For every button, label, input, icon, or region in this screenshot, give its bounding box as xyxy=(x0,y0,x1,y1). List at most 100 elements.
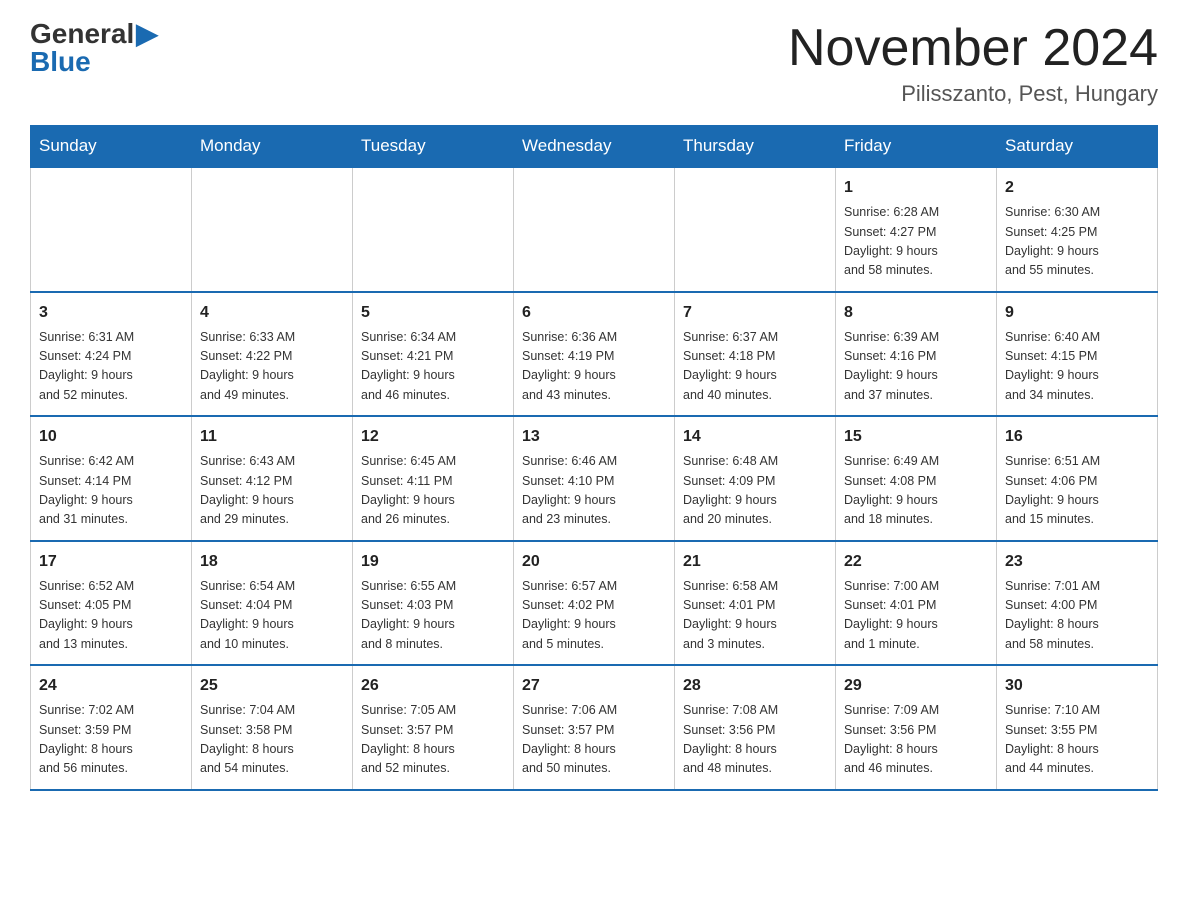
calendar-cell: 6 Sunrise: 6:36 AM Sunset: 4:19 PM Daylig… xyxy=(514,292,675,417)
calendar-cell: 12Sunrise: 6:45 AM Sunset: 4:11 PM Dayli… xyxy=(353,416,514,541)
day-number: 29 xyxy=(844,674,988,698)
day-number: 11 xyxy=(200,425,344,449)
day-info: Sunrise: 6:52 AM Sunset: 4:05 PM Dayligh… xyxy=(39,577,183,655)
day-number: 3 xyxy=(39,301,183,325)
weekday-header-row: SundayMondayTuesdayWednesdayThursdayFrid… xyxy=(31,126,1158,168)
day-number: 16 xyxy=(1005,425,1149,449)
calendar-cell xyxy=(675,167,836,292)
day-info: Sunrise: 6:39 AM Sunset: 4:16 PM Dayligh… xyxy=(844,328,988,406)
day-number: 10 xyxy=(39,425,183,449)
day-number: 27 xyxy=(522,674,666,698)
day-number: 25 xyxy=(200,674,344,698)
day-number: 22 xyxy=(844,550,988,574)
calendar-week-row: 3 Sunrise: 6:31 AM Sunset: 4:24 PM Daylig… xyxy=(31,292,1158,417)
weekday-header-monday: Monday xyxy=(192,126,353,168)
calendar-cell: 8 Sunrise: 6:39 AM Sunset: 4:16 PM Daylig… xyxy=(836,292,997,417)
day-info: Sunrise: 6:37 AM Sunset: 4:18 PM Dayligh… xyxy=(683,328,827,406)
day-info: Sunrise: 7:09 AM Sunset: 3:56 PM Dayligh… xyxy=(844,701,988,779)
calendar-week-row: 24Sunrise: 7:02 AM Sunset: 3:59 PM Dayli… xyxy=(31,665,1158,790)
day-number: 8 xyxy=(844,301,988,325)
calendar-cell xyxy=(353,167,514,292)
day-info: Sunrise: 7:00 AM Sunset: 4:01 PM Dayligh… xyxy=(844,577,988,655)
calendar-table: SundayMondayTuesdayWednesdayThursdayFrid… xyxy=(30,125,1158,791)
calendar-cell: 24Sunrise: 7:02 AM Sunset: 3:59 PM Dayli… xyxy=(31,665,192,790)
calendar-cell: 13 Sunrise: 6:46 AM Sunset: 4:10 PM Dayli… xyxy=(514,416,675,541)
day-info: Sunrise: 6:54 AM Sunset: 4:04 PM Dayligh… xyxy=(200,577,344,655)
calendar-cell: 26 Sunrise: 7:05 AM Sunset: 3:57 PM Dayli… xyxy=(353,665,514,790)
day-info: Sunrise: 6:46 AM Sunset: 4:10 PM Dayligh… xyxy=(522,452,666,530)
day-number: 28 xyxy=(683,674,827,698)
day-number: 19 xyxy=(361,550,505,574)
calendar-cell: 7 Sunrise: 6:37 AM Sunset: 4:18 PM Daylig… xyxy=(675,292,836,417)
logo-blue-text: Blue xyxy=(30,48,91,76)
day-number: 4 xyxy=(200,301,344,325)
calendar-cell: 20Sunrise: 6:57 AM Sunset: 4:02 PM Dayli… xyxy=(514,541,675,666)
location-text: Pilisszanto, Pest, Hungary xyxy=(788,81,1158,107)
day-info: Sunrise: 7:06 AM Sunset: 3:57 PM Dayligh… xyxy=(522,701,666,779)
calendar-cell: 15Sunrise: 6:49 AM Sunset: 4:08 PM Dayli… xyxy=(836,416,997,541)
calendar-cell: 1Sunrise: 6:28 AM Sunset: 4:27 PM Daylig… xyxy=(836,167,997,292)
calendar-cell: 16 Sunrise: 6:51 AM Sunset: 4:06 PM Dayli… xyxy=(997,416,1158,541)
day-number: 26 xyxy=(361,674,505,698)
day-info: Sunrise: 7:04 AM Sunset: 3:58 PM Dayligh… xyxy=(200,701,344,779)
calendar-cell: 11 Sunrise: 6:43 AM Sunset: 4:12 PM Dayli… xyxy=(192,416,353,541)
calendar-cell: 10 Sunrise: 6:42 AM Sunset: 4:14 PM Dayli… xyxy=(31,416,192,541)
calendar-cell xyxy=(192,167,353,292)
calendar-body: 1Sunrise: 6:28 AM Sunset: 4:27 PM Daylig… xyxy=(31,167,1158,790)
month-title: November 2024 xyxy=(788,20,1158,77)
day-info: Sunrise: 6:57 AM Sunset: 4:02 PM Dayligh… xyxy=(522,577,666,655)
day-info: Sunrise: 6:49 AM Sunset: 4:08 PM Dayligh… xyxy=(844,452,988,530)
calendar-cell: 14 Sunrise: 6:48 AM Sunset: 4:09 PM Dayli… xyxy=(675,416,836,541)
day-info: Sunrise: 6:30 AM Sunset: 4:25 PM Dayligh… xyxy=(1005,203,1149,281)
day-info: Sunrise: 7:10 AM Sunset: 3:55 PM Dayligh… xyxy=(1005,701,1149,779)
calendar-cell: 19 Sunrise: 6:55 AM Sunset: 4:03 PM Dayli… xyxy=(353,541,514,666)
day-info: Sunrise: 7:01 AM Sunset: 4:00 PM Dayligh… xyxy=(1005,577,1149,655)
calendar-cell xyxy=(31,167,192,292)
day-info: Sunrise: 6:48 AM Sunset: 4:09 PM Dayligh… xyxy=(683,452,827,530)
day-number: 7 xyxy=(683,301,827,325)
logo: General▶ Blue xyxy=(30,20,158,76)
day-info: Sunrise: 7:02 AM Sunset: 3:59 PM Dayligh… xyxy=(39,701,183,779)
day-info: Sunrise: 6:51 AM Sunset: 4:06 PM Dayligh… xyxy=(1005,452,1149,530)
day-number: 13 xyxy=(522,425,666,449)
calendar-cell: 28 Sunrise: 7:08 AM Sunset: 3:56 PM Dayli… xyxy=(675,665,836,790)
day-number: 12 xyxy=(361,425,505,449)
calendar-cell: 27 Sunrise: 7:06 AM Sunset: 3:57 PM Dayli… xyxy=(514,665,675,790)
weekday-header-wednesday: Wednesday xyxy=(514,126,675,168)
weekday-header-sunday: Sunday xyxy=(31,126,192,168)
weekday-header-tuesday: Tuesday xyxy=(353,126,514,168)
day-number: 6 xyxy=(522,301,666,325)
day-info: Sunrise: 6:43 AM Sunset: 4:12 PM Dayligh… xyxy=(200,452,344,530)
day-info: Sunrise: 7:05 AM Sunset: 3:57 PM Dayligh… xyxy=(361,701,505,779)
calendar-cell: 18Sunrise: 6:54 AM Sunset: 4:04 PM Dayli… xyxy=(192,541,353,666)
day-info: Sunrise: 6:36 AM Sunset: 4:19 PM Dayligh… xyxy=(522,328,666,406)
day-info: Sunrise: 6:42 AM Sunset: 4:14 PM Dayligh… xyxy=(39,452,183,530)
page-header: General▶ Blue November 2024 Pilisszanto,… xyxy=(30,20,1158,107)
calendar-week-row: 17 Sunrise: 6:52 AM Sunset: 4:05 PM Dayli… xyxy=(31,541,1158,666)
day-number: 17 xyxy=(39,550,183,574)
day-number: 9 xyxy=(1005,301,1149,325)
calendar-cell: 23Sunrise: 7:01 AM Sunset: 4:00 PM Dayli… xyxy=(997,541,1158,666)
calendar-cell: 2 Sunrise: 6:30 AM Sunset: 4:25 PM Daylig… xyxy=(997,167,1158,292)
calendar-cell: 17 Sunrise: 6:52 AM Sunset: 4:05 PM Dayli… xyxy=(31,541,192,666)
calendar-cell: 25 Sunrise: 7:04 AM Sunset: 3:58 PM Dayli… xyxy=(192,665,353,790)
day-info: Sunrise: 6:58 AM Sunset: 4:01 PM Dayligh… xyxy=(683,577,827,655)
calendar-cell: 21 Sunrise: 6:58 AM Sunset: 4:01 PM Dayli… xyxy=(675,541,836,666)
day-info: Sunrise: 7:08 AM Sunset: 3:56 PM Dayligh… xyxy=(683,701,827,779)
day-info: Sunrise: 6:31 AM Sunset: 4:24 PM Dayligh… xyxy=(39,328,183,406)
day-number: 14 xyxy=(683,425,827,449)
calendar-cell: 3 Sunrise: 6:31 AM Sunset: 4:24 PM Daylig… xyxy=(31,292,192,417)
day-info: Sunrise: 6:28 AM Sunset: 4:27 PM Dayligh… xyxy=(844,203,988,281)
day-number: 5 xyxy=(361,301,505,325)
calendar-week-row: 10 Sunrise: 6:42 AM Sunset: 4:14 PM Dayli… xyxy=(31,416,1158,541)
logo-general-text: General▶ xyxy=(30,20,158,48)
day-number: 2 xyxy=(1005,176,1149,200)
day-number: 30 xyxy=(1005,674,1149,698)
day-number: 21 xyxy=(683,550,827,574)
calendar-cell: 5Sunrise: 6:34 AM Sunset: 4:21 PM Daylig… xyxy=(353,292,514,417)
day-info: Sunrise: 6:33 AM Sunset: 4:22 PM Dayligh… xyxy=(200,328,344,406)
day-info: Sunrise: 6:40 AM Sunset: 4:15 PM Dayligh… xyxy=(1005,328,1149,406)
weekday-header-friday: Friday xyxy=(836,126,997,168)
day-info: Sunrise: 6:55 AM Sunset: 4:03 PM Dayligh… xyxy=(361,577,505,655)
calendar-cell: 29 Sunrise: 7:09 AM Sunset: 3:56 PM Dayli… xyxy=(836,665,997,790)
